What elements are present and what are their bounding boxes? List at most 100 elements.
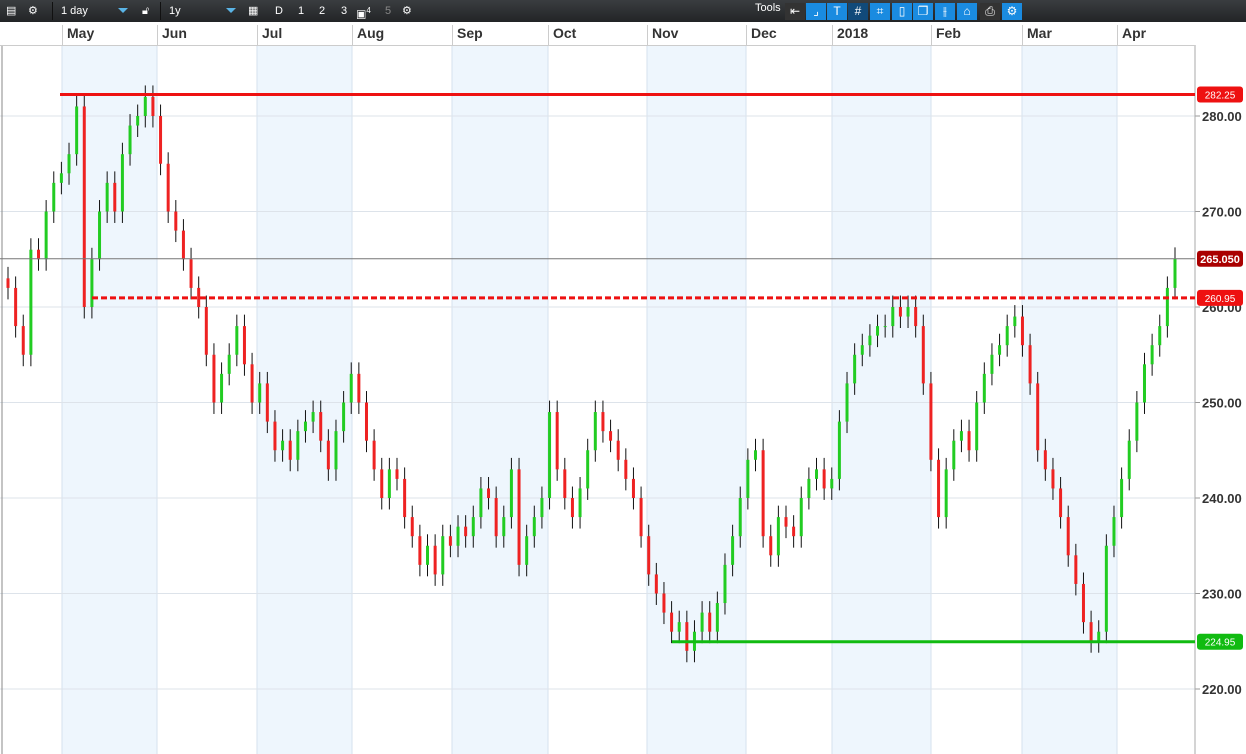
gear-icon[interactable]: ⚙ (28, 0, 38, 22)
candle-body (891, 307, 895, 327)
range-value: 1y (169, 5, 181, 17)
candle-body (616, 440, 620, 460)
x-tick-label: Sep (452, 25, 483, 45)
text-icon[interactable]: T (827, 3, 847, 20)
candle-body (677, 622, 681, 632)
candle-body (799, 498, 803, 537)
candle-body (189, 259, 193, 288)
range-select[interactable]: 1y (160, 2, 242, 20)
draw-grid-icon[interactable]: ⌗ (870, 3, 890, 20)
candle-body (128, 125, 132, 155)
lock-icon[interactable]: 🔓︎ (142, 0, 149, 22)
candle-body (1173, 258, 1177, 288)
candle-body (288, 440, 292, 460)
candle-body (509, 469, 513, 518)
candle-body (883, 326, 887, 328)
ohlc-icon[interactable]: ⫲ (935, 3, 955, 20)
candle-body (898, 307, 902, 317)
candle-body (441, 536, 445, 575)
settings-icon[interactable]: ⚙ (1002, 3, 1022, 20)
month-band (647, 45, 746, 754)
candle-body (944, 469, 948, 518)
candle-body (105, 182, 109, 212)
candle-body (395, 469, 399, 479)
candle-body (876, 326, 880, 336)
candle-body (387, 469, 391, 498)
candle-body (21, 326, 25, 355)
x-tick-label: Mar (1022, 25, 1052, 45)
candle-body (220, 373, 224, 403)
gear-icon[interactable]: ⚙ (402, 0, 412, 22)
candle-body (52, 182, 56, 212)
candle-icon[interactable]: ▯ (892, 3, 912, 20)
candle-body (143, 96, 147, 116)
candle-body (753, 450, 757, 460)
candle-body (67, 154, 71, 174)
candle-body (662, 593, 666, 613)
candle-body (197, 287, 201, 307)
back-arrow-icon[interactable]: ⇤ (785, 3, 805, 20)
x-tick-label: May (62, 25, 94, 45)
candle-body (479, 488, 483, 518)
candle-body (242, 326, 246, 365)
candle-body (937, 459, 941, 518)
candle-body (517, 469, 521, 565)
candle-body (1135, 402, 1139, 441)
candle-body (639, 498, 643, 537)
price-chart[interactable]: 280.00270.00260.00250.00240.00230.00220.… (0, 0, 1246, 754)
candle-body (746, 459, 750, 498)
candle-body (731, 536, 735, 565)
curve-icon[interactable]: ⌟ (806, 3, 826, 20)
candle-body (555, 412, 559, 470)
y-tick-label: 240.00 (1202, 491, 1242, 506)
layout-d-button[interactable]: D (275, 0, 283, 22)
x-tick-label: Feb (931, 25, 961, 45)
candle-body (281, 440, 285, 451)
list-icon[interactable]: ▤ (6, 0, 16, 22)
candle-body (868, 335, 872, 346)
print-icon[interactable]: ⎙ (980, 3, 1000, 20)
x-tick-label: Jun (157, 25, 187, 45)
candle-body (151, 96, 155, 116)
candle-body (334, 431, 338, 470)
x-tick-label: Aug (352, 25, 384, 45)
y-tick-label: 280.00 (1202, 109, 1242, 124)
candle-body (494, 498, 498, 537)
candle-body (29, 249, 33, 355)
candle-body (906, 307, 910, 317)
interval-select[interactable]: 1 day (52, 2, 134, 20)
level-label: 265.050 (1200, 254, 1240, 266)
calendar-icon[interactable]: ▦ (248, 0, 258, 22)
label-icon[interactable]: ⌂ (957, 3, 977, 20)
layout-3-button[interactable]: 3 (341, 0, 347, 22)
x-tick-label: Apr (1117, 25, 1146, 45)
tools-label: Tools (755, 2, 781, 14)
candle-body (502, 517, 506, 537)
level-label: 282.25 (1205, 91, 1236, 102)
layers-icon[interactable]: ❐ (913, 3, 933, 20)
layout-2-button[interactable]: 2 (319, 0, 325, 22)
save-icon[interactable]: ▣4 (356, 0, 371, 22)
candle-body (853, 354, 857, 384)
candle-body (525, 536, 529, 565)
x-tick-label: Dec (746, 25, 777, 45)
layout-5-button[interactable]: 5 (385, 0, 391, 22)
candle-body (647, 536, 651, 575)
candle-body (1020, 316, 1024, 346)
interval-value: 1 day (61, 5, 88, 17)
candle-body (723, 564, 727, 604)
layout-1-button[interactable]: 1 (298, 0, 304, 22)
candle-body (303, 421, 307, 432)
candle-body (273, 421, 277, 451)
candle-body (113, 182, 117, 212)
candle-body (624, 459, 628, 479)
candle-body (319, 412, 323, 441)
grid-icon[interactable]: # (848, 3, 868, 20)
candle-body (1142, 364, 1146, 403)
level-label: 224.95 (1205, 638, 1236, 649)
candle-body (807, 478, 811, 498)
candle-body (433, 545, 437, 575)
month-band (452, 45, 548, 754)
candle-body (1005, 326, 1009, 346)
candle-body (464, 526, 468, 537)
